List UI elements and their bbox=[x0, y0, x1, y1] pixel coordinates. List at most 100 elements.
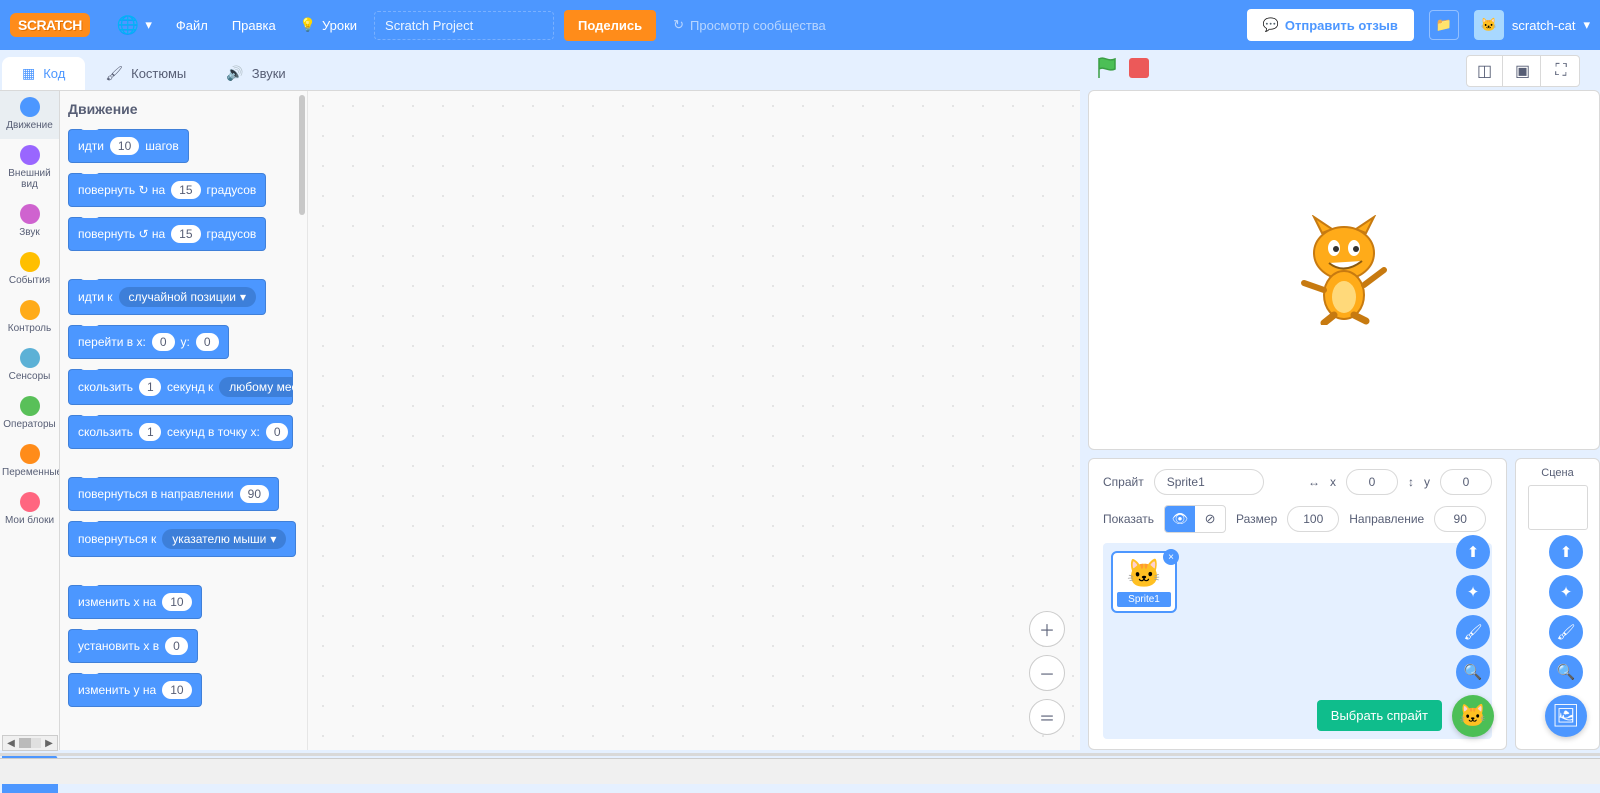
sprite-size-input[interactable] bbox=[1287, 506, 1339, 532]
block-dropdown[interactable]: любому месту ▾ bbox=[219, 377, 293, 397]
block-glide-xy[interactable]: скользить 1 секунд в точку x: 0 y: bbox=[68, 415, 293, 449]
scratch-logo[interactable]: SCRATCH bbox=[10, 13, 90, 37]
fullscreen-button[interactable]: ⛶ bbox=[1543, 56, 1579, 86]
block-input[interactable]: 10 bbox=[110, 137, 139, 155]
block-input[interactable]: 15 bbox=[171, 181, 200, 199]
category-scrollbar[interactable]: ◀ ▶ bbox=[2, 735, 58, 751]
block-input[interactable]: 0 bbox=[196, 333, 219, 351]
category-Контроль[interactable]: Контроль bbox=[0, 294, 59, 342]
folder-icon: 📁 bbox=[1436, 17, 1452, 33]
delete-sprite-button[interactable]: × bbox=[1163, 549, 1179, 565]
category-label: События bbox=[2, 275, 57, 286]
paint-sprite-button[interactable]: 🖌 bbox=[1456, 615, 1490, 649]
tab-costumes[interactable]: 🖌 Костюмы bbox=[85, 57, 206, 90]
zoom-reset-button[interactable]: ＝ bbox=[1029, 699, 1065, 735]
menubar: SCRATCH 🌐 ▾ Файл Правка 💡 Уроки Поделись… bbox=[0, 0, 1600, 50]
feedback-button[interactable]: 💬 Отправить отзыв bbox=[1247, 9, 1414, 41]
sprite-name-input[interactable] bbox=[1154, 469, 1264, 495]
tab-code-label: Код bbox=[43, 66, 65, 81]
choose-sprite-button[interactable]: 🐱 bbox=[1452, 695, 1494, 737]
show-button[interactable]: 👁 bbox=[1165, 506, 1195, 532]
category-Переменные[interactable]: Переменные bbox=[0, 438, 59, 486]
surprise-backdrop-button[interactable]: ✦ bbox=[1549, 575, 1583, 609]
tab-sounds-label: Звуки bbox=[252, 66, 286, 81]
choose-backdrop-button[interactable]: 🖼 bbox=[1545, 695, 1587, 737]
upload-backdrop-button[interactable]: ⬆ bbox=[1549, 535, 1583, 569]
tab-sounds[interactable]: 🔊 Звуки bbox=[206, 57, 305, 90]
block-move-steps[interactable]: идти 10 шагов bbox=[68, 129, 189, 163]
tutorials-button[interactable]: 💡 Уроки bbox=[288, 0, 369, 50]
block-turn-ccw[interactable]: повернуть ↺ на 15 градусов bbox=[68, 217, 266, 251]
block-input[interactable]: 90 bbox=[240, 485, 269, 503]
visibility-toggle: 👁 ⊘ bbox=[1164, 505, 1226, 533]
scripts-workspace[interactable]: ＋ － ＝ bbox=[308, 91, 1080, 750]
sprite-direction-input[interactable] bbox=[1434, 506, 1486, 532]
mystuff-button[interactable]: 📁 bbox=[1429, 10, 1459, 40]
category-Движение[interactable]: Движение bbox=[0, 91, 59, 139]
category-dot bbox=[20, 252, 40, 272]
block-change-y[interactable]: изменить y на 10 bbox=[68, 673, 202, 707]
brush-icon: 🖌 bbox=[105, 65, 123, 82]
block-turn-cw[interactable]: повернуть ↻ на 15 градусов bbox=[68, 173, 266, 207]
scroll-right-icon[interactable]: ▶ bbox=[41, 736, 57, 750]
sprite-y-input[interactable] bbox=[1440, 469, 1492, 495]
block-input[interactable]: 0 bbox=[165, 637, 188, 655]
category-События[interactable]: События bbox=[0, 246, 59, 294]
eye-off-icon: ⊘ bbox=[1205, 511, 1216, 527]
edit-menu[interactable]: Правка bbox=[220, 0, 288, 50]
zoom-out-button[interactable]: － bbox=[1029, 655, 1065, 691]
block-point-direction[interactable]: повернуться в направлении 90 bbox=[68, 477, 279, 511]
sprite-tile[interactable]: × 🐱 Sprite1 bbox=[1111, 551, 1177, 613]
search-icon: 🔍 bbox=[1557, 663, 1576, 681]
category-Внешний вид[interactable]: Внешний вид bbox=[0, 139, 59, 198]
category-dot bbox=[20, 348, 40, 368]
block-gotoxy[interactable]: перейти в x: 0 y: 0 bbox=[68, 325, 229, 359]
block-dropdown[interactable]: указателю мыши ▾ bbox=[162, 529, 286, 549]
search-sprite-button[interactable]: 🔍 bbox=[1456, 655, 1490, 689]
block-input[interactable]: 0 bbox=[152, 333, 175, 351]
block-glide-to[interactable]: скользить 1 секунд к любому месту ▾ bbox=[68, 369, 293, 405]
user-menu[interactable]: 🐱 scratch-cat ▾ bbox=[1474, 10, 1590, 40]
search-backdrop-button[interactable]: 🔍 bbox=[1549, 655, 1583, 689]
block-text: изменить y на bbox=[78, 683, 156, 697]
block-input[interactable]: 15 bbox=[171, 225, 200, 243]
language-menu[interactable]: 🌐 ▾ bbox=[105, 0, 164, 50]
zoom-in-button[interactable]: ＋ bbox=[1029, 611, 1065, 647]
stage[interactable] bbox=[1088, 90, 1600, 450]
blocks-palette[interactable]: Движение идти 10 шагов повернуть ↻ на 15… bbox=[60, 91, 308, 750]
category-label: Мои блоки bbox=[2, 515, 57, 526]
see-community-button[interactable]: ↻ Просмотр сообщества bbox=[661, 17, 838, 33]
tab-code[interactable]: ▦ Код bbox=[2, 57, 85, 90]
block-input[interactable]: 10 bbox=[162, 681, 191, 699]
block-input[interactable]: 10 bbox=[162, 593, 191, 611]
sprite-x-input[interactable] bbox=[1346, 469, 1398, 495]
green-flag-button[interactable] bbox=[1095, 56, 1119, 80]
scroll-left-icon[interactable]: ◀ bbox=[3, 736, 19, 750]
block-goto[interactable]: идти к случайной позиции ▾ bbox=[68, 279, 266, 315]
surprise-sprite-button[interactable]: ✦ bbox=[1456, 575, 1490, 609]
stage-large-button[interactable]: ▣ bbox=[1505, 56, 1541, 86]
stop-button[interactable] bbox=[1129, 58, 1149, 78]
project-title-input[interactable] bbox=[374, 11, 554, 40]
block-input[interactable]: 1 bbox=[139, 423, 161, 441]
file-menu[interactable]: Файл bbox=[164, 0, 220, 50]
feedback-label: Отправить отзыв bbox=[1285, 18, 1398, 33]
block-point-towards[interactable]: повернуться к указателю мыши ▾ bbox=[68, 521, 296, 557]
category-Мои блоки[interactable]: Мои блоки bbox=[0, 486, 59, 534]
category-Операторы[interactable]: Операторы bbox=[0, 390, 59, 438]
block-input[interactable]: 1 bbox=[139, 378, 161, 396]
category-Сенсоры[interactable]: Сенсоры bbox=[0, 342, 59, 390]
block-change-x[interactable]: изменить x на 10 bbox=[68, 585, 202, 619]
block-input[interactable]: 0 bbox=[266, 423, 288, 441]
upload-sprite-button[interactable]: ⬆ bbox=[1456, 535, 1490, 569]
paint-backdrop-button[interactable]: 🖌 bbox=[1549, 615, 1583, 649]
block-text: градусов bbox=[207, 227, 257, 241]
hide-button[interactable]: ⊘ bbox=[1195, 506, 1225, 532]
block-dropdown[interactable]: случайной позиции ▾ bbox=[119, 287, 257, 307]
stage-thumbnail[interactable] bbox=[1528, 485, 1588, 530]
block-set-x[interactable]: установить x в 0 bbox=[68, 629, 198, 663]
category-Звук[interactable]: Звук bbox=[0, 198, 59, 246]
stage-small-button[interactable]: ◫ bbox=[1467, 56, 1503, 86]
tab-costumes-label: Костюмы bbox=[131, 66, 186, 81]
share-button[interactable]: Поделись bbox=[564, 10, 656, 41]
